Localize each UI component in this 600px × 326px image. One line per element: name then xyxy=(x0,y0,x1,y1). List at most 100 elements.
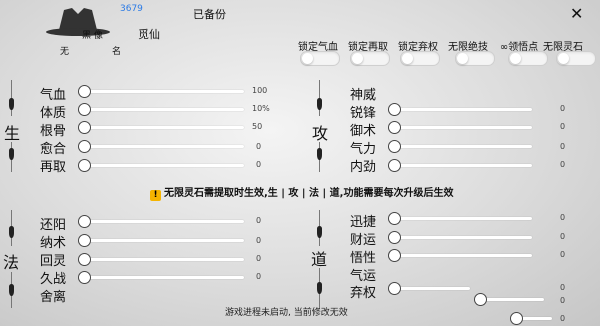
slider-root[interactable] xyxy=(78,121,91,134)
stat-label-xunjie: 迅捷 xyxy=(350,215,377,230)
slider-neijin[interactable] xyxy=(388,159,401,172)
value-hp: 100 xyxy=(252,86,268,95)
slider-track-jiuzhan xyxy=(82,276,244,279)
toggle-lock-retake[interactable] xyxy=(350,51,390,66)
stat-label-huanyang: 还阳 xyxy=(40,218,67,233)
slider-track-extra-1 xyxy=(482,298,544,301)
value-neijin: 0 xyxy=(560,160,566,169)
stat-label-constitution: 体质 xyxy=(40,106,67,121)
stat-label-yushu: 御术 xyxy=(350,124,377,139)
notice-text: 无限灵石需提取时生效,生 | 攻 | 法 | 道,功能需要每次升级后生效 xyxy=(164,188,454,199)
stat-label-huiling: 回灵 xyxy=(40,254,67,269)
slider-track-qili xyxy=(392,145,532,148)
stat-label-shenwei: 神威 xyxy=(350,88,377,103)
slider-track-xunjie xyxy=(392,217,532,220)
value-caiyun: 0 xyxy=(560,232,566,241)
stat-label-sheli: 舍离 xyxy=(40,290,67,305)
stat-label-ruifeng: 锐锋 xyxy=(350,106,377,121)
value-qiquan: 0 xyxy=(560,283,566,292)
logo-text-top: 黑 像 xyxy=(82,31,103,41)
value-huanyang: 0 xyxy=(256,216,262,225)
ink-drop-icon xyxy=(317,98,322,110)
slider-track-wuxing xyxy=(392,254,532,257)
warning-icon: ! xyxy=(150,190,161,201)
slider-wuxing[interactable] xyxy=(388,249,401,262)
slider-ruifeng[interactable] xyxy=(388,103,401,116)
toggle-lock-forfeit[interactable] xyxy=(400,51,440,66)
ink-drop-icon xyxy=(9,148,14,160)
stat-label-hp: 气血 xyxy=(40,88,67,103)
toggle-unlimited-spirit-stone[interactable] xyxy=(556,51,596,66)
ink-drop-icon xyxy=(9,226,14,238)
slider-huiling[interactable] xyxy=(78,253,91,266)
value-nashu: 0 xyxy=(256,236,262,245)
stat-label-caiyun: 财运 xyxy=(350,233,377,248)
slider-hp[interactable] xyxy=(78,85,91,98)
ink-drop-icon xyxy=(317,226,322,238)
slider-caiyun[interactable] xyxy=(388,231,401,244)
slider-nashu[interactable] xyxy=(78,234,91,247)
slider-extra-1[interactable] xyxy=(474,293,487,306)
stat-label-qiquan: 弃权 xyxy=(350,286,377,301)
process-status: 游戏进程未启动, 当前修改无效 xyxy=(225,308,348,318)
slider-heal[interactable] xyxy=(78,140,91,153)
slider-jiuzhan[interactable] xyxy=(78,271,91,284)
slider-track-huanyang xyxy=(82,220,244,223)
close-icon[interactable]: ✕ xyxy=(570,4,583,23)
ink-drop-icon xyxy=(9,98,14,110)
stat-label-root: 根骨 xyxy=(40,124,67,139)
value-qili: 0 xyxy=(560,142,566,151)
slider-qili[interactable] xyxy=(388,140,401,153)
ink-drop-icon xyxy=(317,282,322,294)
stat-label-wuxing: 悟性 xyxy=(350,251,377,266)
slider-track-yushu xyxy=(392,126,532,129)
slider-track-constitution xyxy=(82,108,244,111)
logo-text-right: 名 xyxy=(112,47,122,57)
toggle-unlimited-skill[interactable] xyxy=(455,51,495,66)
value-constitution: 10% xyxy=(252,104,270,113)
stat-label-heal: 愈合 xyxy=(40,142,67,157)
value-yushu: 0 xyxy=(560,122,566,131)
slider-track-heal xyxy=(82,145,244,148)
stat-label-retake: 再取 xyxy=(40,160,67,175)
slider-xunjie[interactable] xyxy=(388,212,401,225)
slider-constitution[interactable] xyxy=(78,103,91,116)
stat-label-jiuzhan: 久战 xyxy=(40,272,67,287)
ink-drop-icon xyxy=(9,284,14,296)
slider-track-root xyxy=(82,126,244,129)
section-title-fa: 法 xyxy=(3,253,20,272)
slider-track-neijin xyxy=(392,164,532,167)
ink-drop-icon xyxy=(317,148,322,160)
slider-track-huiling xyxy=(82,258,244,261)
value-wuxing: 0 xyxy=(560,250,566,259)
value-extra-2: 0 xyxy=(560,314,566,323)
slider-track-qiquan xyxy=(392,287,470,290)
backup-status: 已备份 xyxy=(193,8,226,21)
stat-label-qili: 气力 xyxy=(350,142,377,157)
slider-track-extra-2 xyxy=(520,317,552,320)
slider-track-ruifeng xyxy=(392,108,532,111)
toggle-lock-hp[interactable] xyxy=(300,51,340,66)
game-name: 觅仙 xyxy=(138,28,160,41)
slider-retake[interactable] xyxy=(78,159,91,172)
section-title-gong: 攻 xyxy=(312,124,329,143)
value-retake: 0 xyxy=(256,160,262,169)
fps-counter: 3679 xyxy=(120,4,143,14)
value-huiling: 0 xyxy=(256,254,262,263)
logo-text-left: 无 xyxy=(60,47,70,57)
stat-label-neijin: 内劲 xyxy=(350,160,377,175)
slider-track-nashu xyxy=(82,239,244,242)
toggle-insight-points[interactable] xyxy=(508,51,548,66)
slider-yushu[interactable] xyxy=(388,121,401,134)
notice-banner: ! 无限灵石需提取时生效,生 | 攻 | 法 | 道,功能需要每次升级后生效 xyxy=(150,184,453,201)
slider-huanyang[interactable] xyxy=(78,215,91,228)
value-jiuzhan: 0 xyxy=(256,272,262,281)
value-root: 50 xyxy=(252,122,263,131)
slider-track-caiyun xyxy=(392,236,532,239)
slider-extra-2[interactable] xyxy=(510,312,523,325)
value-xunjie: 0 xyxy=(560,213,566,222)
slider-track-retake xyxy=(82,164,244,167)
section-title-sheng: 生 xyxy=(4,124,21,143)
value-heal: 0 xyxy=(256,142,262,151)
slider-qiquan[interactable] xyxy=(388,282,401,295)
